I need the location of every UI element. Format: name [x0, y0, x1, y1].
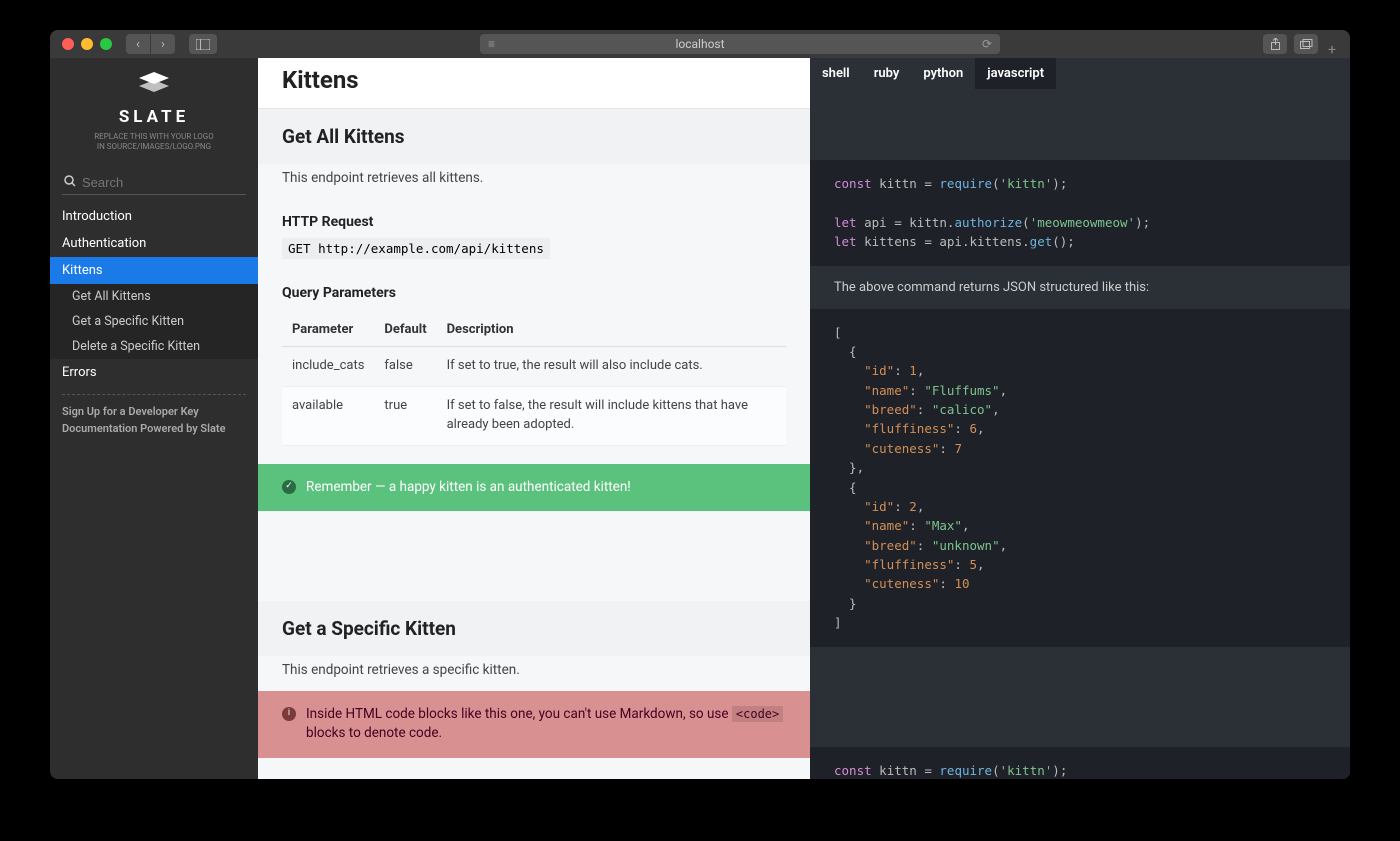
- tabs-icon[interactable]: [1294, 34, 1318, 54]
- code-column: shellrubypythonjavascript const kittn = …: [810, 58, 1350, 779]
- nav-buttons: ‹ ›: [126, 34, 175, 54]
- code-block-response: [ { "id": 1, "name": "Fluffums", "breed"…: [810, 309, 1350, 647]
- back-button[interactable]: ‹: [126, 34, 150, 54]
- titlebar: ‹ › ≡ localhost ⟳ +: [50, 30, 1350, 58]
- logo-block: SLATE REPLACE THIS WITH YOUR LOGOIN SOUR…: [50, 58, 258, 163]
- url-text: localhost: [675, 37, 724, 51]
- logo-icon: [60, 72, 248, 101]
- search-input[interactable]: [82, 175, 244, 190]
- logo-text: SLATE: [60, 107, 248, 127]
- share-icon[interactable]: [1263, 34, 1287, 54]
- traffic-lights: [62, 38, 112, 50]
- section-get-all-kittens: Get All Kittens: [258, 109, 810, 164]
- http-request-code: GET http://example.com/api/kittens: [282, 238, 550, 259]
- footer-links: Sign Up for a Developer Key Documentatio…: [62, 394, 246, 437]
- forward-button[interactable]: ›: [151, 34, 175, 54]
- titlebar-right: [1263, 34, 1318, 54]
- table-header: Parameter: [282, 313, 374, 347]
- lang-tab-shell[interactable]: shell: [810, 58, 862, 89]
- http-request-heading: HTTP Request: [258, 198, 810, 238]
- footer-link-slate[interactable]: Documentation Powered by Slate: [62, 420, 246, 437]
- query-params-heading: Query Parameters: [258, 269, 810, 309]
- close-icon[interactable]: [62, 38, 74, 50]
- code-block-request-2: const kittn = require('kittn'); let api …: [810, 747, 1350, 780]
- reader-icon[interactable]: ≡: [488, 37, 495, 51]
- table-header: Description: [437, 313, 786, 347]
- lang-tabs: shellrubypythonjavascript: [810, 58, 1350, 89]
- notice-text: Inside HTML code blocks like this one, y…: [306, 705, 786, 744]
- table-header: Default: [374, 313, 436, 347]
- sidebar-item-authentication[interactable]: Authentication: [50, 230, 258, 257]
- lang-tab-ruby[interactable]: ruby: [862, 58, 912, 89]
- notice-warning: i Inside HTML code blocks like this one,…: [258, 691, 810, 758]
- sidebar-item-kittens[interactable]: Kittens: [50, 257, 258, 284]
- section-get-specific-kitten: Get a Specific Kitten: [258, 601, 810, 656]
- minimize-icon[interactable]: [81, 38, 93, 50]
- logo-subtitle: REPLACE THIS WITH YOUR LOGOIN SOURCE/IMA…: [60, 132, 248, 153]
- sidebar-subitem[interactable]: Delete a Specific Kitten: [50, 334, 258, 359]
- notice-success: ✓ Remember — a happy kitten is an authen…: [258, 464, 810, 512]
- sidebar-item-errors[interactable]: Errors: [50, 359, 258, 386]
- sidebar-toggle-icon[interactable]: [189, 34, 217, 54]
- section-desc: This endpoint retrieves all kittens.: [258, 164, 810, 198]
- sidebar-item-introduction[interactable]: Introduction: [50, 203, 258, 230]
- notice-text: Remember — a happy kitten is an authenti…: [306, 478, 631, 498]
- url-bar[interactable]: ≡ localhost ⟳: [480, 34, 1000, 54]
- lang-tab-javascript[interactable]: javascript: [975, 58, 1056, 89]
- table-row: availabletrueIf set to false, the result…: [282, 387, 786, 446]
- content: SLATE REPLACE THIS WITH YOUR LOGOIN SOUR…: [50, 58, 1350, 779]
- page-title: Kittens: [258, 58, 810, 109]
- info-icon: i: [282, 707, 296, 721]
- lang-tab-python[interactable]: python: [911, 58, 975, 89]
- maximize-icon[interactable]: [100, 38, 112, 50]
- browser-window: ‹ › ≡ localhost ⟳ + SL: [50, 30, 1350, 779]
- footer-link-devkey[interactable]: Sign Up for a Developer Key: [62, 403, 246, 420]
- new-tab-icon[interactable]: +: [1326, 38, 1338, 58]
- params-table: ParameterDefaultDescription include_cats…: [282, 313, 786, 446]
- reload-icon[interactable]: ⟳: [982, 37, 992, 51]
- section-desc-2: This endpoint retrieves a specific kitte…: [258, 656, 810, 690]
- search-box[interactable]: [62, 171, 246, 195]
- code-note: The above command returns JSON structure…: [810, 266, 1350, 309]
- sidebar-subitem[interactable]: Get a Specific Kitten: [50, 309, 258, 334]
- doc-column: Kittens Get All Kittens This endpoint re…: [258, 58, 810, 758]
- table-row: include_catsfalseIf set to true, the res…: [282, 347, 786, 387]
- check-icon: ✓: [282, 480, 296, 494]
- code-block-request: const kittn = require('kittn'); let api …: [810, 160, 1350, 266]
- main: Kittens Get All Kittens This endpoint re…: [258, 58, 1350, 779]
- sidebar-subitem[interactable]: Get All Kittens: [50, 284, 258, 309]
- search-icon: [64, 175, 76, 190]
- sidebar: SLATE REPLACE THIS WITH YOUR LOGOIN SOUR…: [50, 58, 258, 779]
